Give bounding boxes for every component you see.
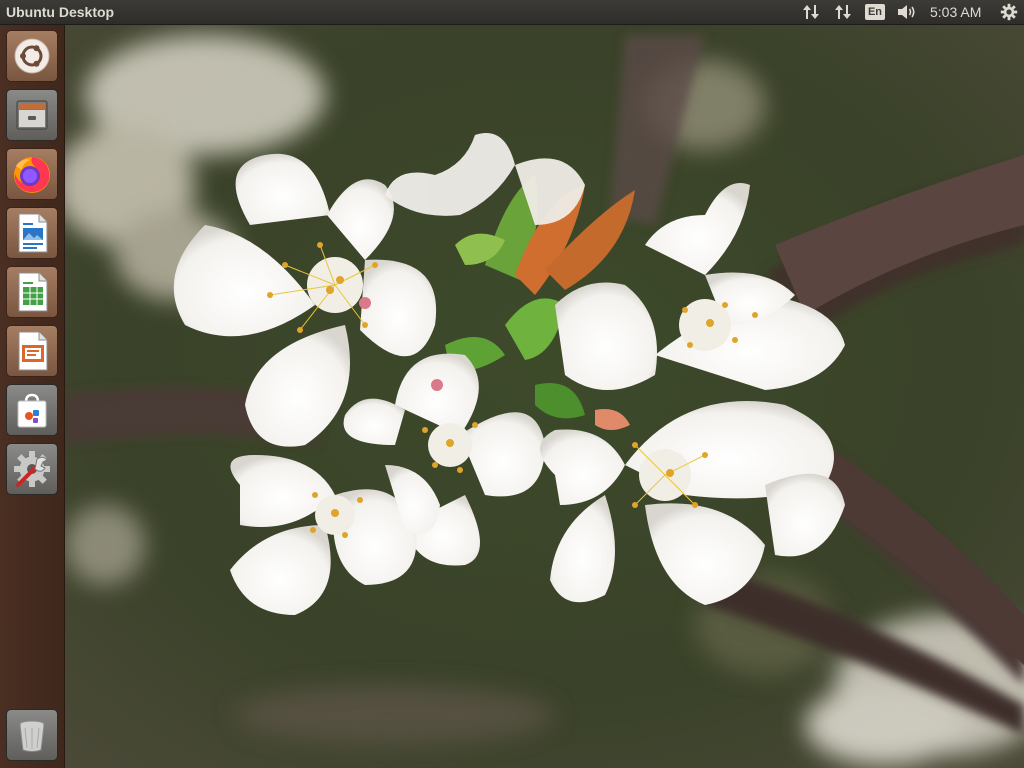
network-indicator-1[interactable] xyxy=(800,0,822,24)
ubuntu-logo-icon xyxy=(14,38,50,74)
calc-sheet-icon xyxy=(18,272,48,312)
cherry-blossom-wallpaper xyxy=(65,25,1024,768)
app-title[interactable]: Ubuntu Desktop xyxy=(6,3,114,21)
launcher-libreoffice-writer[interactable] xyxy=(6,207,58,259)
launcher-system-settings[interactable] xyxy=(6,443,58,495)
keyboard-layout-badge: En xyxy=(865,4,885,20)
volume-icon xyxy=(898,5,915,19)
network-indicator-2[interactable] xyxy=(832,0,854,24)
writer-doc-icon xyxy=(18,213,48,253)
sound-indicator[interactable] xyxy=(895,0,919,24)
desktop-wallpaper[interactable] xyxy=(65,25,1024,768)
launcher-ubuntu-software[interactable] xyxy=(6,384,58,436)
clock[interactable]: 5:03 AM xyxy=(930,3,981,21)
gear-power-icon xyxy=(1000,3,1018,21)
launcher-dash-home[interactable] xyxy=(6,30,58,82)
shopping-bag-icon xyxy=(17,393,47,428)
impress-slide-icon xyxy=(18,331,48,371)
launcher-libreoffice-calc[interactable] xyxy=(6,266,58,318)
keyboard-indicator[interactable]: En xyxy=(864,0,886,24)
launcher-firefox[interactable] xyxy=(6,148,58,200)
firefox-icon xyxy=(14,157,50,193)
file-cabinet-icon xyxy=(16,100,48,130)
launcher xyxy=(0,25,65,768)
gear-wrench-icon xyxy=(14,451,50,487)
trash-bin-icon xyxy=(19,720,45,752)
network-transfer-icon xyxy=(835,5,851,19)
top-panel: Ubuntu Desktop En 5:03 AM xyxy=(0,0,1024,25)
launcher-trash[interactable] xyxy=(6,709,58,761)
launcher-libreoffice-impress[interactable] xyxy=(6,325,58,377)
session-menu[interactable] xyxy=(998,0,1020,24)
launcher-files[interactable] xyxy=(6,89,58,141)
network-transfer-icon xyxy=(803,5,819,19)
